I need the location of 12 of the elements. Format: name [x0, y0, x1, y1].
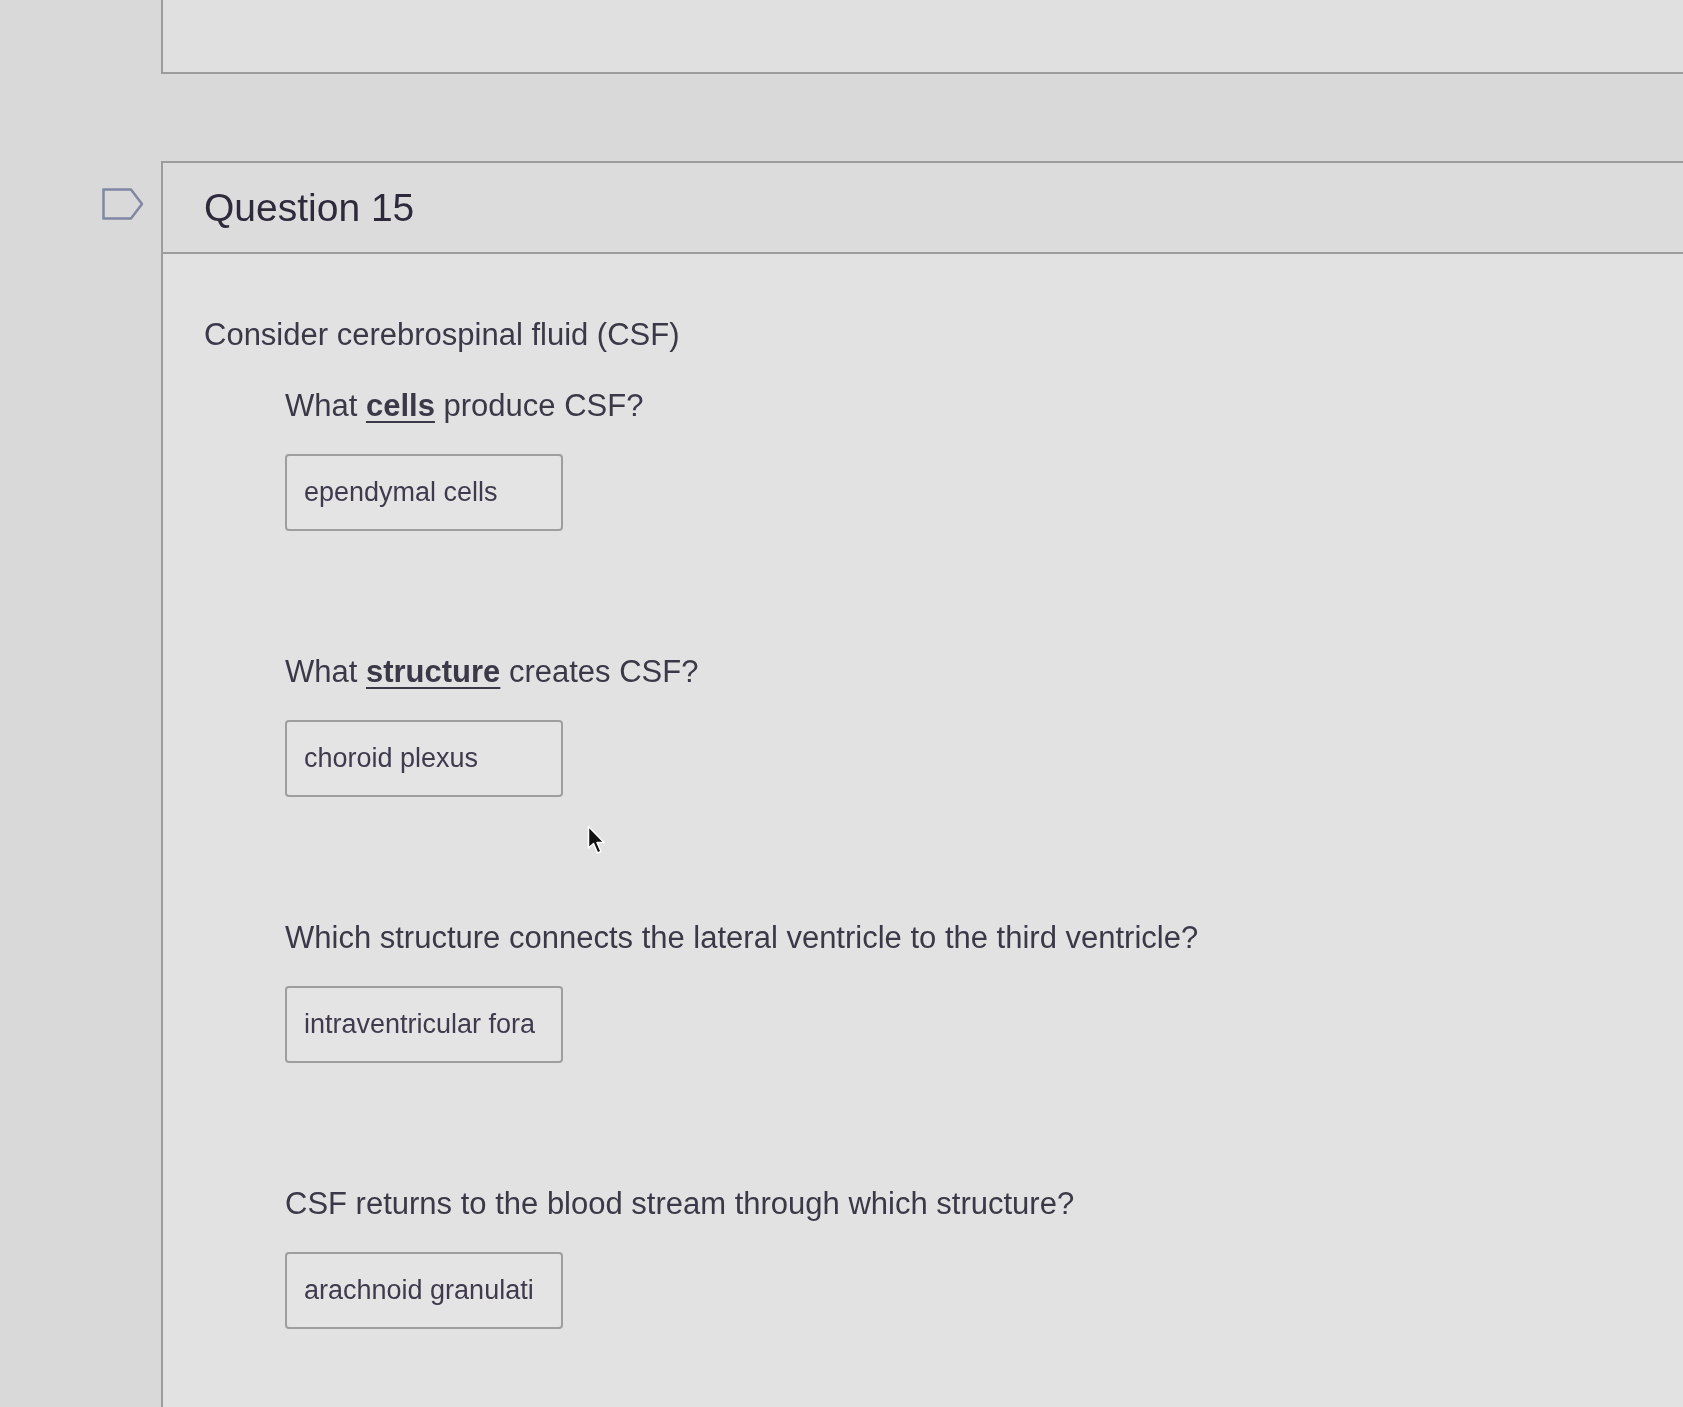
question-prompt: What structure creates CSF? [285, 653, 699, 691]
question-prompt: What cells produce CSF? [285, 387, 644, 425]
answer-field[interactable]: intraventricular fora [285, 986, 563, 1063]
tag-icon[interactable] [102, 188, 144, 220]
question-intro: Consider cerebrospinal fluid (CSF) [204, 316, 680, 354]
answer-field[interactable]: arachnoid granulati [285, 1252, 563, 1329]
question-title: Question 15 [204, 185, 415, 230]
question-prompt: Which structure connects the lateral ventricle to the third ventricle? [285, 919, 1199, 957]
answer-field[interactable]: ependymal cells [285, 454, 563, 531]
answer-field[interactable]: choroid plexus [285, 720, 563, 797]
mouse-pointer-icon [587, 825, 607, 855]
question-prompt: CSF returns to the blood stream through which structure? [285, 1185, 1075, 1223]
